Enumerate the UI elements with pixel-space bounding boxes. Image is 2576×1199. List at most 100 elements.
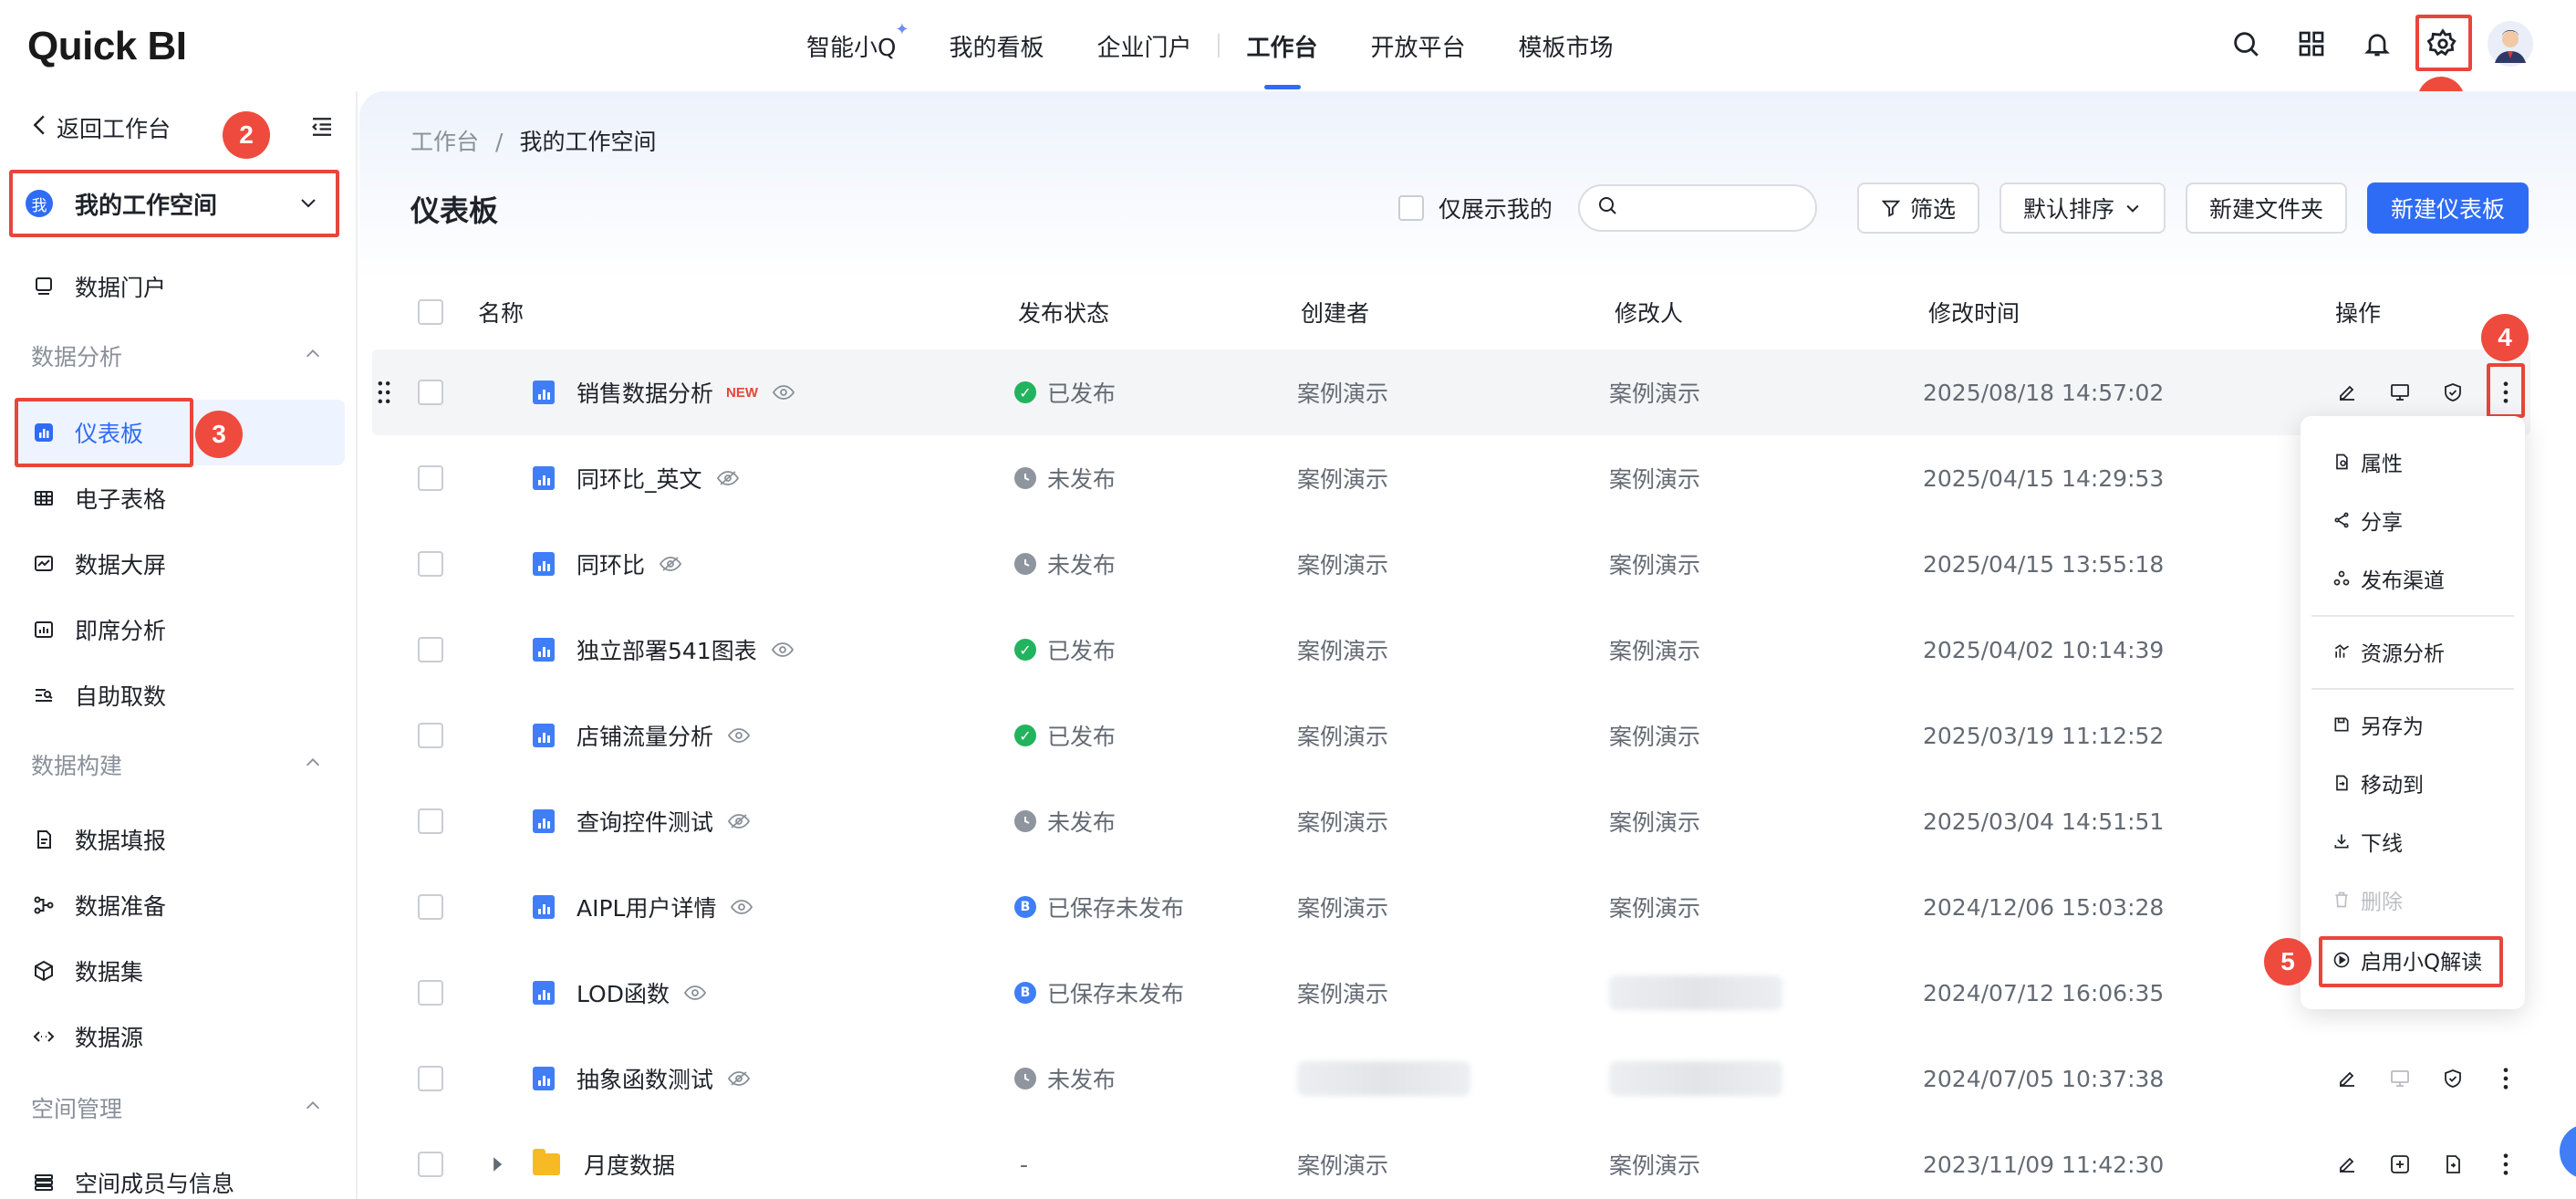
sidebar-item-fill[interactable]: 数据填报 [0, 807, 358, 872]
item-name[interactable]: 抽象函数测试 [576, 1062, 713, 1095]
search-icon[interactable] [2226, 24, 2266, 64]
menu-item-properties[interactable]: 属性 [2301, 438, 2525, 485]
sidebar-group-analysis[interactable]: 数据分析 [31, 339, 323, 372]
menu-item-channel[interactable]: 发布渠道 [2301, 555, 2525, 602]
search-input[interactable] [1577, 184, 1817, 232]
col-modifier[interactable]: 修改人 [1615, 270, 1683, 354]
eye-off-icon[interactable] [716, 469, 739, 487]
item-name[interactable]: 销售数据分析 [576, 376, 713, 409]
edit-icon[interactable] [2335, 381, 2359, 404]
nav-open-platform[interactable]: 开放平台 [1371, 0, 1466, 91]
name-cell[interactable]: AIPL用户详情 [533, 864, 753, 950]
sidebar-group-build[interactable]: 数据构建 [31, 748, 323, 781]
apps-grid-icon[interactable] [2291, 24, 2332, 64]
search-field[interactable] [1626, 195, 1792, 221]
avatar[interactable] [2487, 20, 2534, 68]
nav-portal[interactable]: 企业门户 [1096, 0, 1191, 91]
edit-icon[interactable] [2335, 1152, 2359, 1176]
name-cell[interactable]: 同环比_英文 [533, 435, 739, 521]
row-checkbox[interactable] [418, 864, 443, 950]
bell-icon[interactable] [2357, 24, 2397, 64]
row-checkbox[interactable] [418, 693, 443, 778]
menu-item-share[interactable]: 分享 [2301, 496, 2525, 544]
checkbox[interactable] [418, 551, 443, 577]
select-all-checkbox[interactable] [418, 270, 443, 354]
move-file-icon[interactable] [2441, 1152, 2465, 1176]
item-name[interactable]: 月度数据 [584, 1148, 675, 1181]
drag-handle-icon[interactable] [376, 349, 392, 435]
nav-workbench[interactable]: 工作台 [1247, 0, 1318, 91]
table-row[interactable]: 店铺流量分析 ✓ 已发布 案例演示 案例演示 2025/03/19 11:12:5… [372, 693, 2530, 778]
table-row[interactable]: 抽象函数测试 未发布 2024/07/05 10:37:38 [372, 1036, 2530, 1121]
caret-right-icon[interactable] [491, 1121, 504, 1199]
col-status[interactable]: 发布状态 [1018, 270, 1109, 354]
row-checkbox[interactable] [418, 435, 443, 521]
col-mtime[interactable]: 修改时间 [1928, 270, 2020, 354]
sidebar-item-portal[interactable]: 数据门户 [0, 254, 358, 319]
eye-icon[interactable] [728, 726, 751, 745]
row-checkbox[interactable] [418, 521, 443, 607]
col-name[interactable]: 名称 [478, 270, 524, 354]
shield-icon[interactable] [2441, 1067, 2465, 1090]
table-row[interactable]: 同环比 未发布 案例演示 案例演示 2025/04/15 13:55:18 [372, 521, 2530, 607]
row-checkbox[interactable] [418, 607, 443, 693]
menu-item-move-to[interactable]: 移动到 [2301, 759, 2525, 807]
sidebar-group-space[interactable]: 空间管理 [31, 1091, 323, 1124]
checkbox[interactable] [418, 465, 443, 491]
only-mine-checkbox[interactable]: 仅展示我的 [1397, 192, 1553, 224]
table-row[interactable]: 查询控件测试 未发布 案例演示 案例演示 2025/03/04 14:51:51 [372, 778, 2530, 864]
sort-dropdown[interactable]: 默认排序 [1999, 182, 2166, 234]
name-cell[interactable]: 独立部署541图表 [533, 607, 794, 693]
new-dashboard-button[interactable]: 新建仪表板 [2366, 182, 2529, 234]
name-cell[interactable]: 月度数据 [533, 1121, 675, 1199]
table-row[interactable]: 销售数据分析 NEW ✓ 已发布 案例演示 案例演示 2025/08/18 14:… [372, 349, 2530, 435]
name-cell[interactable]: 店铺流量分析 [533, 693, 751, 778]
table-row-folder[interactable]: 月度数据 - 案例演示 案例演示 2023/11/09 11:42:30 [372, 1121, 2530, 1199]
back-to-workbench-link[interactable]: 返回工作台 [31, 111, 171, 144]
breadcrumb-root[interactable]: 工作台 [410, 129, 479, 155]
checkbox[interactable] [418, 894, 443, 920]
checkbox[interactable] [418, 808, 443, 834]
more-vertical-icon[interactable] [2494, 1067, 2518, 1090]
shield-icon[interactable] [2441, 381, 2465, 404]
eye-off-icon[interactable] [728, 812, 751, 830]
row-checkbox[interactable] [418, 1036, 443, 1121]
row-checkbox[interactable] [418, 1121, 443, 1199]
name-cell[interactable]: LOD函数 [533, 950, 706, 1036]
nav-smart-q[interactable]: 智能小Q ✦ [806, 0, 909, 91]
new-folder-button[interactable]: 新建文件夹 [2185, 182, 2347, 234]
sidebar-item-source[interactable]: 数据源 [0, 1004, 358, 1069]
checkbox[interactable] [418, 380, 443, 405]
name-cell[interactable]: 抽象函数测试 [533, 1036, 751, 1121]
collapse-sidebar-icon[interactable] [308, 113, 336, 146]
item-name[interactable]: 同环比 [576, 547, 645, 580]
sidebar-item-dataset[interactable]: 数据集 [0, 938, 358, 1004]
checkbox[interactable] [418, 299, 443, 325]
app-logo[interactable]: Quick BI [27, 24, 187, 69]
name-cell[interactable]: 同环比 [533, 521, 682, 607]
name-cell[interactable]: 销售数据分析 NEW [533, 349, 795, 435]
sidebar-item-sheet[interactable]: 电子表格 [0, 465, 358, 531]
checkbox[interactable] [418, 980, 443, 1006]
eye-icon[interactable] [773, 383, 795, 401]
menu-item-resource-analysis[interactable]: 资源分析 [2301, 628, 2525, 675]
edit-icon[interactable] [2335, 1067, 2359, 1090]
table-row[interactable]: LOD函数 B 已保存未发布 案例演示 2024/07/12 16:06:35 [372, 950, 2530, 1036]
eye-icon[interactable] [731, 898, 753, 916]
preview-screen-icon[interactable] [2388, 381, 2412, 404]
table-row[interactable]: 同环比_英文 未发布 案例演示 案例演示 2025/04/15 14:29:53 [372, 435, 2530, 521]
row-checkbox[interactable] [418, 349, 443, 435]
checkbox[interactable] [418, 723, 443, 748]
eye-icon[interactable] [771, 641, 794, 659]
item-name[interactable]: LOD函数 [576, 976, 670, 1009]
table-row[interactable]: AIPL用户详情 B 已保存未发布 案例演示 案例演示 2024/12/06 15… [372, 864, 2530, 950]
row-checkbox[interactable] [418, 950, 443, 1036]
item-name[interactable]: 同环比_英文 [576, 462, 702, 495]
add-square-icon[interactable] [2388, 1152, 2412, 1176]
menu-item-offline[interactable]: 下线 [2301, 818, 2525, 865]
nav-my-board[interactable]: 我的看板 [949, 0, 1044, 91]
row-checkbox[interactable] [418, 778, 443, 864]
sidebar-item-prep[interactable]: 数据准备 [0, 872, 358, 938]
item-name[interactable]: AIPL用户详情 [576, 891, 716, 923]
filter-button[interactable]: 筛选 [1856, 182, 1979, 234]
